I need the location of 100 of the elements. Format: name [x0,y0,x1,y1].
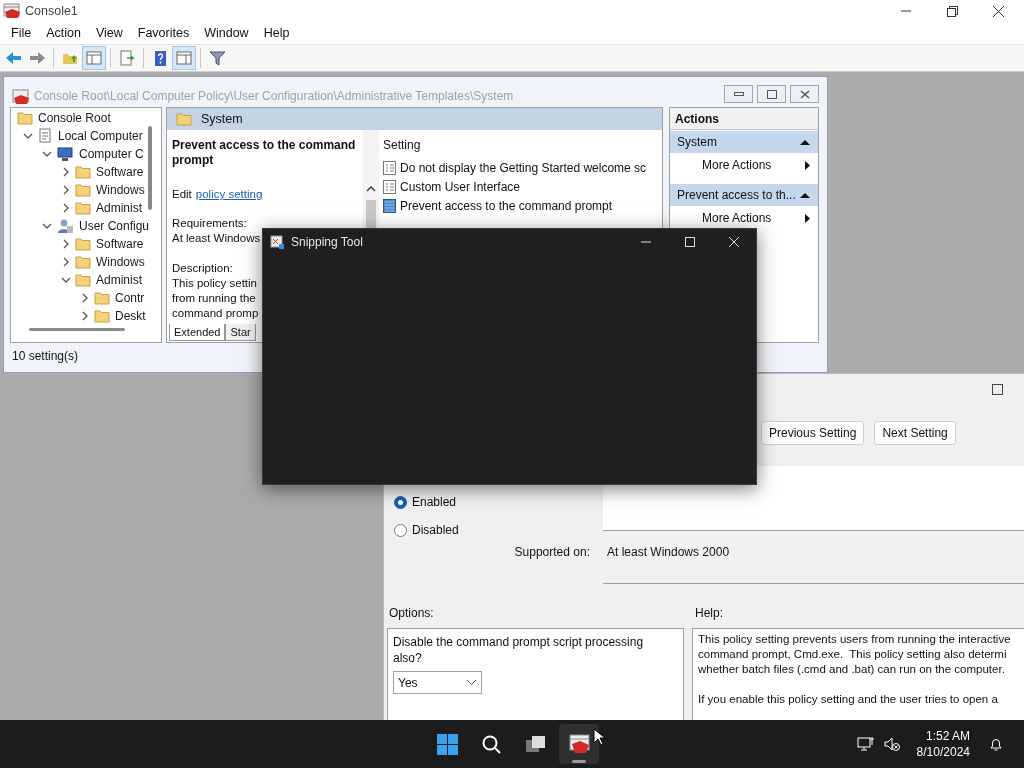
filter-icon [207,49,227,67]
chevron-right-icon[interactable] [61,239,71,249]
policy-title: Prevent access to the command prompt [172,138,357,168]
menu-item[interactable]: Favorites [131,23,196,43]
chevron-right-icon[interactable] [61,257,71,267]
tree-item[interactable]: Deskt [115,307,146,325]
export-list-icon [117,49,137,67]
tree-item[interactable]: Contr [115,289,145,307]
chevron-right-icon[interactable] [80,311,90,321]
cursor-icon [593,728,605,746]
window-title: Console1 [25,2,78,20]
section-title: Prevent access to th... [677,187,797,204]
menu-item[interactable]: View [89,23,129,43]
column-header: Setting [383,137,422,154]
action-pane-icon [174,49,194,67]
forward-arrow-icon [27,49,47,67]
radio-button[interactable] [394,495,407,509]
horizontal-scrollbar[interactable] [29,328,125,331]
description-text: from running the [172,291,256,306]
description-text: This policy settin [172,276,257,291]
setting-nav-button[interactable]: Previous Setting [761,421,865,445]
tree-item[interactable]: Software [96,163,144,181]
chevron-right-icon[interactable] [61,203,71,213]
maximize-icon [685,237,695,247]
edit-label: Edit [172,187,192,202]
actions-title: Actions [675,110,719,128]
tree-item[interactable]: Console Root [38,109,111,127]
collapse-icon[interactable] [800,139,810,145]
pane-header: System [201,110,243,128]
maximize-icon[interactable] [992,383,1003,395]
chevron-right-icon[interactable] [61,167,71,177]
folder-icon [75,273,91,287]
tree-item[interactable]: Windows [96,181,145,199]
chevron-right-icon[interactable] [80,293,90,303]
restore-icon [766,89,777,99]
folder-icon [75,165,91,179]
minimize-icon [641,241,651,243]
scroll-up-icon[interactable] [366,185,376,192]
folder-icon [75,237,91,251]
tree-item[interactable]: Computer C [79,145,144,163]
chevron-right-icon[interactable] [61,185,71,195]
close-button[interactable] [790,85,819,103]
folder-icon [94,309,110,323]
option-dropdown[interactable]: Yes [393,671,482,694]
notification-bell-icon[interactable] [988,736,1004,752]
menu-item[interactable]: Action [40,23,87,43]
view-tab[interactable]: Extended [169,324,226,341]
restore-icon [946,5,958,17]
speaker-muted-icon[interactable] [882,736,901,752]
user-icon [56,218,74,234]
chevron-down-icon[interactable] [42,221,52,231]
setting-nav-button[interactable]: Next Setting [874,421,956,445]
folder-icon [75,201,91,215]
description-text: command promp [172,306,259,321]
radio-label: Enabled [412,494,457,511]
actions-section-header[interactable]: Prevent access to th... [670,184,818,206]
windows-logo-icon [434,731,460,757]
section-title: System [677,134,718,151]
tree-item[interactable]: User Configu [79,217,150,235]
pane-button[interactable] [82,46,106,70]
clock-time[interactable]: 1:52 AM [925,728,970,744]
network-icon[interactable] [856,736,875,752]
chevron-down-icon[interactable] [61,275,71,285]
actions-section-header[interactable]: System [670,131,818,153]
help-text: If you enable this policy setting and the user tries to open a [698,692,999,707]
description-label: Description: [172,261,233,276]
action-pane-button[interactable] [172,46,196,70]
help-text: command prompt, Cmd.exe. This policy setting also determi [698,647,1008,662]
window-title: Snipping Tool [291,234,363,251]
setting-name[interactable]: Custom User Interface [400,177,521,196]
radio-button[interactable] [394,523,407,537]
minimize-button[interactable] [724,85,753,103]
view-tab[interactable]: Star [225,324,256,341]
console-app-button[interactable] [559,724,599,764]
clock-date[interactable]: 8/10/2024 [916,744,970,760]
tree-item[interactable]: Administ [96,271,142,289]
pane-icon [84,49,104,67]
tree-item[interactable]: Administ [96,199,142,217]
help-text: whether batch files (.cmd and .bat) can run on the computer. [698,662,1006,677]
chevron-down-icon[interactable] [42,149,52,159]
restore-button[interactable] [757,85,786,103]
tree-item[interactable]: Windows [96,253,145,271]
tree-item[interactable]: Software [96,235,144,253]
action-item[interactable]: More Actions [702,209,805,227]
supported-text: At least Windows 2000 [607,545,730,559]
tree-item[interactable]: Local Computer [58,127,143,145]
scrollbar-thumb[interactable] [366,200,376,228]
menu-item[interactable]: Help [257,23,296,43]
setting-name[interactable]: Do not display the Getting Started welcome sc [400,158,647,177]
submenu-arrow-icon [805,160,810,170]
menu-item[interactable]: Window [198,23,255,43]
vertical-scrollbar[interactable] [148,126,152,210]
policy-setting-link[interactable]: policy setting [195,187,263,202]
collapse-icon[interactable] [800,192,810,198]
action-item[interactable]: More Actions [702,156,805,174]
setting-name[interactable]: Prevent access to the command prompt [400,196,613,215]
chevron-down-icon[interactable] [23,131,33,141]
menu-item[interactable]: File [5,23,38,43]
requirements-text: At least Windows [172,231,261,246]
close-icon [729,237,739,247]
